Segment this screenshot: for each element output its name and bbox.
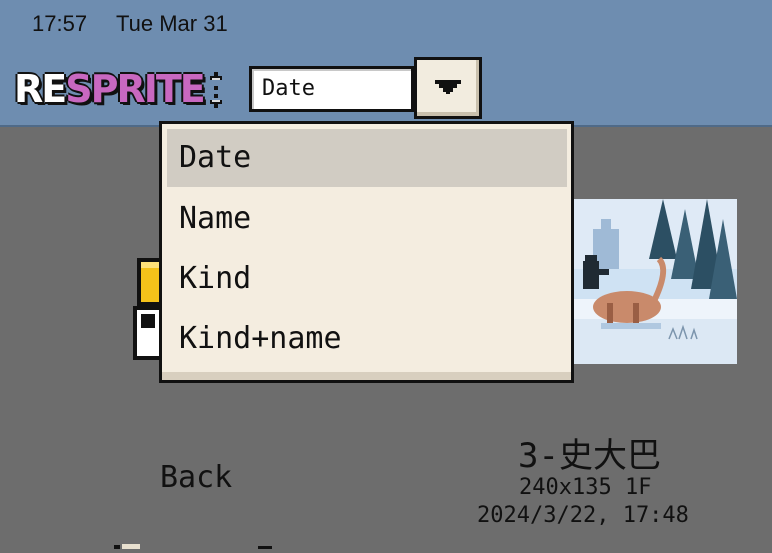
menu-item-kind[interactable]: Kind xyxy=(167,250,567,308)
file-date: 2024/3/22, 17:48 xyxy=(477,503,689,528)
sort-order-arrows-icon[interactable] xyxy=(206,70,226,110)
menu-item-kind-name[interactable]: Kind+name xyxy=(167,310,567,368)
sort-dropdown-button[interactable] xyxy=(414,57,482,119)
logo-re: RE xyxy=(14,67,67,111)
status-date: Tue Mar 31 xyxy=(116,11,228,36)
back-item-label[interactable]: Back xyxy=(160,460,232,495)
top-bar: 17:57 Tue Mar 31 RESPRITE Date xyxy=(0,0,772,127)
file-name: 3-史大巴 xyxy=(518,436,661,476)
sort-dropdown-menu: Date Name Kind Kind+name xyxy=(159,121,574,383)
status-time: 17:57 xyxy=(32,11,88,36)
partial-next-row xyxy=(100,534,300,549)
sprite-thumbnail[interactable] xyxy=(573,199,737,364)
app-logo: RESPRITE xyxy=(14,66,206,112)
triangle-down-icon xyxy=(435,79,461,98)
file-info: 240x135 1F xyxy=(519,475,652,500)
sort-field-select[interactable]: Date xyxy=(249,66,414,112)
menu-item-date[interactable]: Date xyxy=(167,129,567,187)
menu-item-name[interactable]: Name xyxy=(167,190,567,248)
logo-sprite: SPRITE xyxy=(65,67,205,111)
